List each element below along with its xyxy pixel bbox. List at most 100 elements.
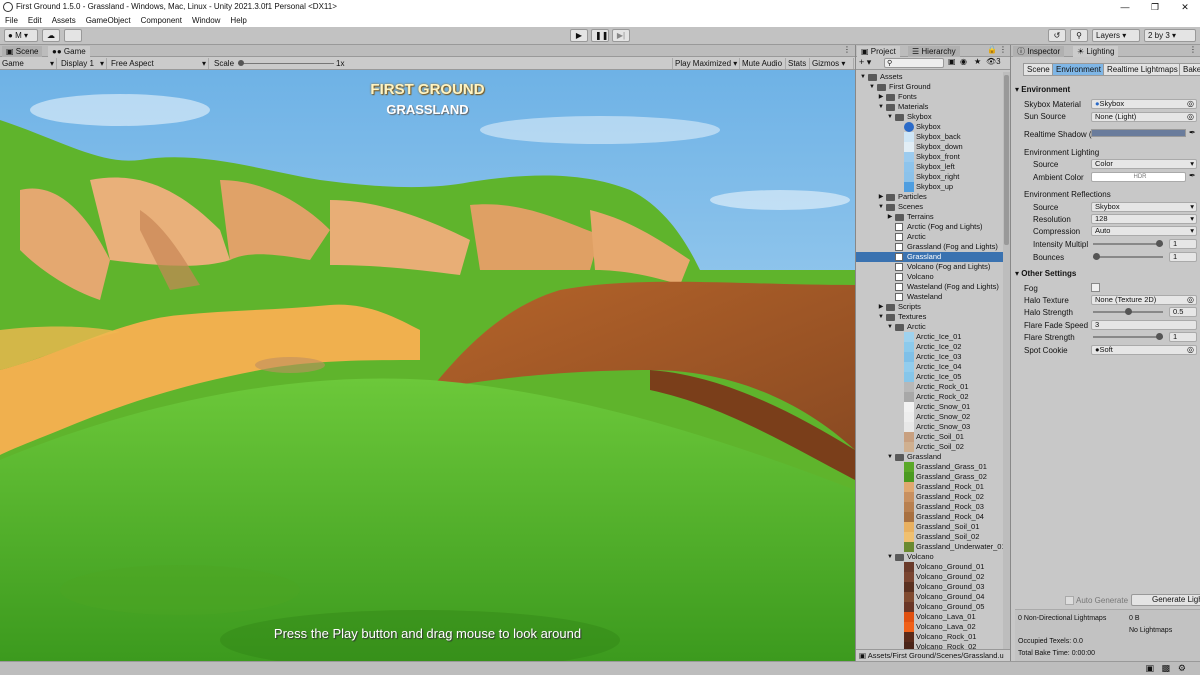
asset-item[interactable]: Arctic_Snow_03 — [856, 422, 1004, 432]
intensity-slider-knob[interactable] — [1156, 240, 1163, 247]
flare-strength-slider-track[interactable] — [1093, 336, 1163, 338]
account-dropdown[interactable]: ● M ▾ — [4, 29, 38, 42]
maximize-icon[interactable]: ❐ — [1140, 0, 1170, 14]
collapse-arrow-icon[interactable]: ▼ — [877, 312, 885, 322]
asset-item[interactable]: Grassland_Grass_02 — [856, 472, 1004, 482]
ambient-color-field[interactable]: HDR — [1091, 172, 1186, 182]
search-label-icon[interactable]: ◉ — [960, 57, 967, 66]
expand-arrow-icon[interactable]: ▶ — [877, 302, 885, 312]
asset-item[interactable]: Wasteland (Fog and Lights) — [856, 282, 1004, 292]
asset-item[interactable]: Skybox_right — [856, 172, 1004, 182]
spot-cookie-field[interactable]: ●Soft — [1091, 345, 1197, 355]
asset-item[interactable]: Grassland_Rock_03 — [856, 502, 1004, 512]
asset-item[interactable]: Grassland (Fog and Lights) — [856, 242, 1004, 252]
layers-dropdown[interactable]: Layers ▾ — [1092, 29, 1140, 42]
game-mode-dropdown[interactable]: Game ▾ — [0, 58, 57, 69]
asset-item[interactable]: Volcano (Fog and Lights) — [856, 262, 1004, 272]
env-source-dropdown[interactable]: Color ▾ — [1091, 159, 1197, 169]
asset-item[interactable]: Volcano_Ground_05 — [856, 602, 1004, 612]
asset-item[interactable]: Skybox_down — [856, 142, 1004, 152]
resolution-dropdown[interactable]: 128 ▾ — [1091, 214, 1197, 224]
gizmos-dropdown[interactable]: Gizmos ▾ — [810, 58, 854, 69]
bounces-slider-knob[interactable] — [1093, 253, 1100, 260]
asset-item[interactable]: Grassland_Grass_01 — [856, 462, 1004, 472]
folder-item[interactable]: ▶ Particles — [856, 192, 1004, 202]
collapse-arrow-icon[interactable]: ▼ — [877, 202, 885, 212]
step-button[interactable]: ▶| — [612, 29, 630, 42]
asset-item[interactable]: Volcano_Ground_02 — [856, 572, 1004, 582]
asset-item[interactable]: Volcano_Ground_03 — [856, 582, 1004, 592]
folder-item[interactable]: ▶ Fonts — [856, 92, 1004, 102]
mute-audio-toggle[interactable]: Mute Audio — [740, 58, 786, 69]
folder-item[interactable]: ▼ Volcano — [856, 552, 1004, 562]
project-scroll-thumb[interactable] — [1004, 75, 1009, 245]
lighting-tab-environment[interactable]: Environment — [1052, 63, 1105, 76]
asset-item[interactable]: Grassland_Underwater_01 — [856, 542, 1004, 552]
tab-hierarchy[interactable]: ☰ Hierarchy — [908, 46, 960, 57]
pause-button[interactable]: ❚❚ — [591, 29, 609, 42]
tab-menu-icon[interactable]: ⋮ — [843, 45, 851, 54]
menu-component[interactable]: Component — [136, 16, 187, 25]
eyedropper-icon[interactable]: ✒ — [1189, 128, 1196, 137]
folder-item[interactable]: ▼ First Ground — [856, 82, 1004, 92]
tab-scene[interactable]: ▣ Scene — [2, 46, 43, 57]
tab-inspector[interactable]: ⓘ Inspector — [1013, 46, 1065, 57]
lighting-tab-scene[interactable]: Scene — [1023, 63, 1054, 76]
minimize-icon[interactable]: — — [1110, 0, 1140, 14]
lighting-tab-realtime-lightmaps[interactable]: Realtime Lightmaps — [1103, 63, 1182, 76]
bounces-value[interactable]: 1 — [1169, 252, 1197, 262]
folder-item[interactable]: ▼ Arctic — [856, 322, 1004, 332]
asset-item[interactable]: Arctic_Rock_01 — [856, 382, 1004, 392]
environment-header[interactable]: ▾ Environment — [1015, 85, 1070, 94]
folder-item[interactable]: ▼ Grassland — [856, 452, 1004, 462]
folder-item[interactable]: ▼ Skybox — [856, 112, 1004, 122]
collab-button[interactable] — [64, 29, 82, 42]
lighting-tab-baked[interactable]: Bake — [1179, 63, 1200, 76]
cloud-button[interactable]: ☁ — [42, 29, 60, 42]
object-picker-icon[interactable]: ◎ — [1187, 112, 1194, 121]
sun-source-field[interactable]: None (Light) — [1091, 112, 1197, 122]
intensity-value[interactable]: 1 — [1169, 239, 1197, 249]
asset-item[interactable]: Skybox_left — [856, 162, 1004, 172]
display-dropdown[interactable]: Display 1 ▾ — [59, 58, 107, 69]
folder-item[interactable]: ▼ Materials — [856, 102, 1004, 112]
aspect-dropdown[interactable]: Free Aspect ▾ — [109, 58, 209, 69]
lock-icon[interactable]: 🔒 — [987, 45, 997, 54]
expand-arrow-icon[interactable]: ▶ — [877, 192, 885, 202]
generate-lighting-button[interactable]: Generate Ligh — [1131, 594, 1200, 606]
object-picker-icon[interactable]: ◎ — [1187, 295, 1194, 304]
object-picker-icon[interactable]: ◎ — [1187, 99, 1194, 108]
debug-mode-icon[interactable]: ⚙ — [1178, 663, 1186, 674]
scale-slider-knob[interactable] — [238, 60, 244, 66]
expand-arrow-icon[interactable]: ▶ — [886, 212, 894, 222]
asset-item[interactable]: Arctic_Snow_01 — [856, 402, 1004, 412]
asset-item[interactable]: Grassland_Rock_04 — [856, 512, 1004, 522]
search-button[interactable]: ⚲ — [1070, 29, 1088, 42]
flare-strength-value[interactable]: 1 — [1169, 332, 1197, 342]
flare-fade-speed-field[interactable]: 3 — [1091, 320, 1197, 330]
close-icon[interactable]: ✕ — [1170, 0, 1200, 14]
asset-item[interactable]: Arctic_Ice_05 — [856, 372, 1004, 382]
asset-item[interactable]: Grassland_Rock_02 — [856, 492, 1004, 502]
asset-item[interactable]: Grassland_Soil_02 — [856, 532, 1004, 542]
asset-item[interactable]: Grassland — [856, 252, 1004, 262]
asset-item[interactable]: Arctic (Fog and Lights) — [856, 222, 1004, 232]
object-picker-icon[interactable]: ◎ — [1187, 345, 1194, 354]
asset-item[interactable]: Arctic_Snow_02 — [856, 412, 1004, 422]
asset-item[interactable]: Volcano_Rock_01 — [856, 632, 1004, 642]
asset-item[interactable]: Arctic_Rock_02 — [856, 392, 1004, 402]
asset-item[interactable]: Arctic — [856, 232, 1004, 242]
refl-source-dropdown[interactable]: Skybox ▾ — [1091, 202, 1197, 212]
folder-item[interactable]: ▶ Scripts — [856, 302, 1004, 312]
favorite-icon[interactable]: ★ — [974, 57, 981, 66]
panel-menu-icon[interactable]: ⋮ — [999, 45, 1007, 54]
tab-project[interactable]: ▣ Project — [857, 46, 900, 57]
menu-window[interactable]: Window — [187, 16, 225, 25]
asset-item[interactable]: Arctic_Soil_01 — [856, 432, 1004, 442]
stats-toggle[interactable]: Stats — [786, 58, 810, 69]
asset-item[interactable]: Skybox_front — [856, 152, 1004, 162]
fog-checkbox[interactable] — [1091, 283, 1100, 292]
other-settings-header[interactable]: ▾ Other Settings — [1015, 269, 1076, 278]
asset-item[interactable]: Arctic_Ice_02 — [856, 342, 1004, 352]
asset-item[interactable]: Arctic_Ice_03 — [856, 352, 1004, 362]
